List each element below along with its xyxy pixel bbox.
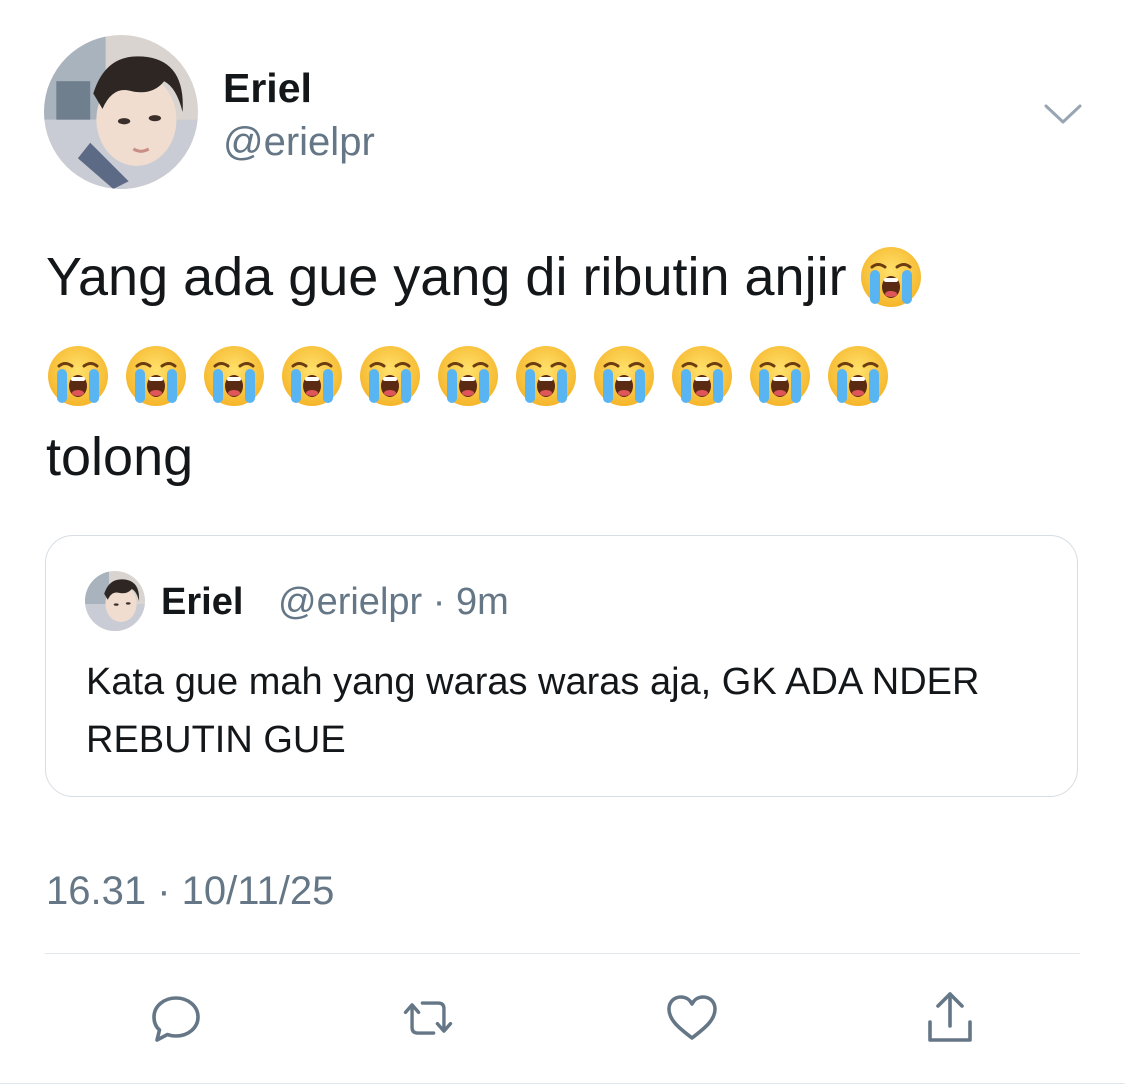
tweet-text-line: tolong [46,424,1086,508]
loudly-crying-face-icon [670,344,734,408]
heart-icon [667,995,717,1040]
tweet-timestamp[interactable]: 16.31 · 10/11/25 [46,866,334,916]
tweet-text-content: Yang ada gue yang di ributin anjir [46,247,847,307]
quoted-author-handle-time: @erielpr · 9m [278,581,509,623]
share-button[interactable] [920,988,980,1048]
loudly-crying-face-icon [514,344,578,408]
like-button[interactable] [662,988,722,1048]
loudly-crying-face-icon [592,344,656,408]
loudly-crying-face-icon [280,344,344,408]
tweet-detail: Eriel @erielpr Yang ada gue yang di ribu… [0,0,1125,1087]
avatar-photo [44,35,198,189]
retweet-icon [403,1001,453,1035]
quoted-tweet-text: Kata gue mah yang waras waras aja, GK AD… [86,661,980,761]
loudly-crying-face-icon [748,344,812,408]
loudly-crying-face-icon [46,344,110,408]
quoted-tweet[interactable]: Eriel @erielpr · 9m Kata gue mah yang wa… [45,535,1078,797]
quoted-author-display-name: Eriel [161,581,244,623]
author-avatar[interactable] [44,35,198,189]
loudly-crying-face-icon [436,344,500,408]
loudly-crying-face-icon [124,344,188,408]
retweet-button[interactable] [398,988,458,1048]
avatar-photo [85,571,145,631]
author-display-name[interactable]: Eriel [223,64,312,112]
loudly-crying-face-icon [859,245,923,309]
tweet-text-content: tolong [46,427,194,487]
share-icon [928,992,972,1042]
quoted-author-avatar [85,571,145,631]
tweet-text-line: Yang ada gue yang di ributin anjir [46,244,1086,328]
loudly-crying-face-icon [826,344,890,408]
divider [45,953,1080,954]
reply-icon [152,996,200,1042]
more-options-button[interactable] [1038,92,1088,136]
loudly-crying-face-icon [202,344,266,408]
loudly-crying-face-icon [358,344,422,408]
author-handle[interactable]: @erielpr [223,118,375,166]
reply-button[interactable] [146,988,206,1048]
emoji-row [46,328,1086,424]
chevron-down-icon [1044,104,1082,124]
tweet-text: Yang ada gue yang di ributin anjir tolon… [46,244,1086,508]
bottom-divider [0,1083,1125,1084]
